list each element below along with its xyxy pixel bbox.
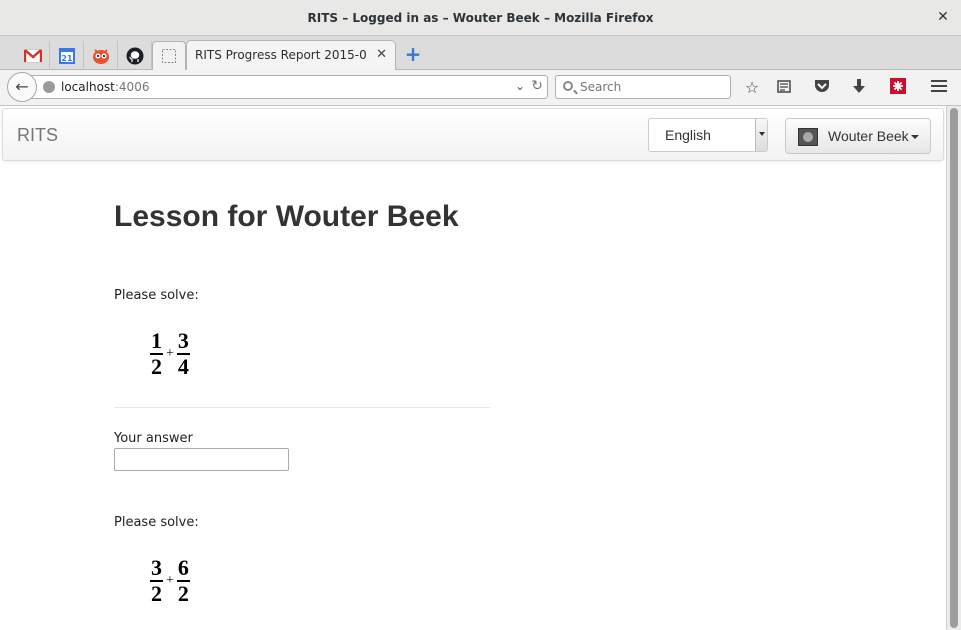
app-navbar: RITS English Wouter Beek [2, 108, 944, 161]
navigation-toolbar: localhost:4006 ⌄ ↻ ← Search ☆ [0, 70, 961, 106]
fraction: 6 2 [176, 555, 190, 606]
gmail-icon [23, 48, 42, 63]
language-select[interactable]: English [648, 118, 768, 152]
firefox-mascot-icon [92, 48, 109, 64]
reload-icon[interactable]: ↻ [531, 78, 543, 94]
search-placeholder: Search [580, 80, 622, 94]
github-icon [126, 47, 143, 64]
brand-link[interactable]: RITS [17, 125, 58, 146]
back-button[interactable]: ← [7, 72, 37, 102]
window-title: RITS – Logged in as – Wouter Beek – Mozi… [307, 11, 654, 25]
tab-rits-progress-report[interactable]: RITS Progress Report 2015-0... ✕ [186, 40, 396, 70]
new-tab-button[interactable]: + [404, 44, 422, 64]
window-close-button[interactable]: ✕ [935, 9, 951, 25]
search-input[interactable]: Search [555, 75, 731, 99]
language-value: English [665, 127, 711, 143]
bookmark-star-icon[interactable]: ☆ [742, 78, 762, 98]
fraction: 1 2 [150, 328, 163, 379]
globe-icon [43, 81, 55, 93]
caret-down-icon [911, 135, 919, 139]
user-name: Wouter Beek [828, 128, 909, 144]
chevron-down-icon[interactable]: ⌄ [515, 79, 525, 93]
tab-strip: 21 RITS Progress Report 2015-0... ✕ + [0, 36, 961, 70]
user-menu-button[interactable]: Wouter Beek [785, 118, 931, 154]
fraction: 3 4 [176, 328, 190, 379]
avatar [798, 128, 818, 146]
pinned-tab-blank[interactable] [152, 41, 186, 70]
operator: + [166, 346, 174, 361]
window-titlebar: RITS – Logged in as – Wouter Beek – Mozi… [0, 0, 961, 36]
pinned-tab-github[interactable] [118, 41, 152, 70]
pinned-tab-gmail[interactable] [16, 41, 50, 70]
tab-label: RITS Progress Report 2015-0... [195, 48, 367, 62]
blank-tab-icon [162, 49, 176, 63]
page-content: RITS English Wouter Beek Lesson for Wout… [0, 106, 946, 630]
pinned-tab-mascot[interactable] [84, 41, 118, 70]
page-scrollbar[interactable] [946, 106, 961, 630]
exercise-expression: 3 2 + 6 2 [150, 557, 190, 605]
tab-close-icon[interactable]: ✕ [376, 47, 387, 62]
downloads-icon[interactable] [849, 78, 869, 98]
reading-list-icon[interactable] [774, 78, 794, 98]
chevron-down-icon [755, 119, 767, 151]
fraction: 3 2 [150, 555, 163, 606]
answer-input[interactable] [114, 448, 289, 471]
url-text: localhost:4006 [61, 80, 150, 94]
url-bar[interactable]: localhost:4006 ⌄ ↻ [30, 75, 548, 99]
extension-icon[interactable] [888, 78, 908, 98]
menu-icon[interactable] [929, 78, 949, 98]
scrollbar-thumb[interactable] [950, 108, 958, 628]
exercise-prompt: Please solve: [114, 288, 199, 303]
divider [114, 407, 490, 408]
operator: + [166, 573, 174, 588]
search-icon [563, 81, 573, 91]
calendar-icon: 21 [58, 47, 75, 64]
exercise-prompt: Please solve: [114, 515, 199, 530]
svg-text:21: 21 [61, 54, 73, 63]
pocket-icon[interactable] [812, 78, 832, 98]
page-title: Lesson for Wouter Beek [114, 200, 459, 233]
pinned-tab-calendar[interactable]: 21 [50, 41, 84, 70]
exercise-expression: 1 2 + 3 4 [150, 330, 190, 378]
answer-label: Your answer [114, 431, 193, 446]
